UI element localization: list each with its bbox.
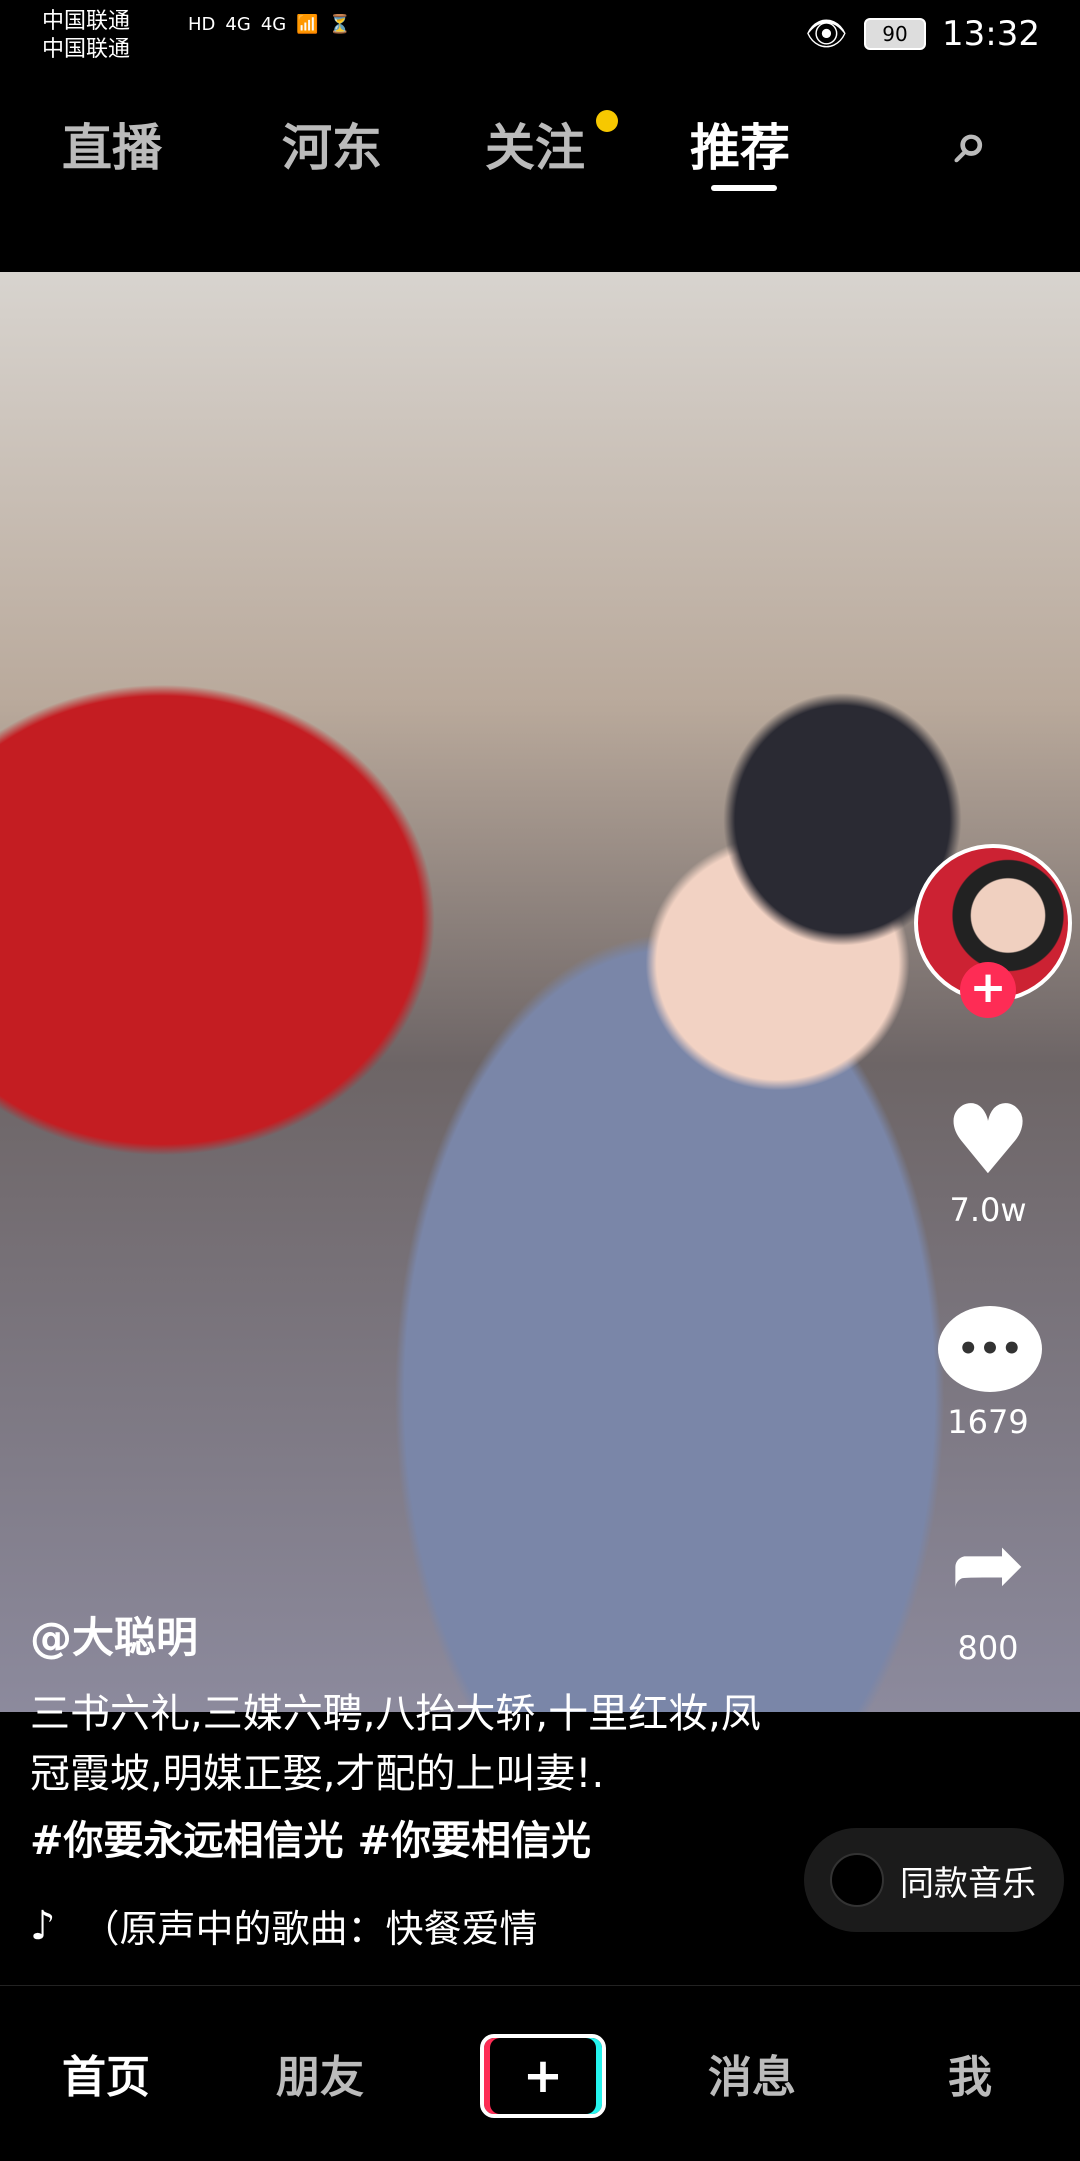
video-frame[interactable] (0, 272, 1080, 1712)
status-right: 👁 90 13:32 (805, 14, 1040, 54)
active-tab-indicator (711, 185, 777, 191)
like-action[interactable]: ♥ 7.0w (938, 1090, 1038, 1230)
like-count: 7.0w (949, 1191, 1027, 1229)
tab-following[interactable]: 关注 (485, 108, 585, 180)
comment-icon[interactable]: ••• (938, 1306, 1042, 1392)
carrier-1: 中国联通 (42, 9, 131, 34)
same-music-button[interactable]: 同款音乐 (804, 1828, 1064, 1932)
status-bar: 中国联通 中国联通 HD 4G 4G 📶 ⏳ 👁 90 13:32 (0, 0, 1080, 72)
signal-icons: HD 4G 4G 📶 ⏳ (188, 14, 351, 35)
follow-plus-button[interactable]: + (960, 962, 1016, 1018)
notification-dot (596, 110, 618, 132)
bottom-tab-bar: 首页 朋友 + 消息 我 (0, 1985, 1080, 2161)
eye-icon: 👁 (804, 14, 849, 54)
top-navigation: 直播 河东 关注 推荐 ⌕ (0, 90, 1080, 191)
comment-count: 1679 (947, 1403, 1029, 1441)
carrier-info: 中国联通 中国联通 (42, 8, 130, 64)
tab-recommended[interactable]: 推荐 (690, 108, 790, 180)
hourglass-icon: ⏳ (328, 14, 352, 35)
clock: 13:32 (942, 14, 1040, 54)
tab-messages[interactable]: 消息 (708, 2041, 796, 2105)
carrier-2: 中国联通 (42, 37, 131, 62)
same-music-label: 同款音乐 (900, 1863, 1036, 1904)
heart-icon[interactable]: ♥ (938, 1090, 1038, 1190)
share-icon[interactable]: ➦ (938, 1520, 1038, 1610)
signal-4g-icon: 4G (225, 14, 251, 35)
comment-action[interactable]: ••• 1679 (938, 1306, 1042, 1442)
author-name[interactable]: @大聪明 (30, 1604, 198, 1665)
share-action[interactable]: ➦ 800 (938, 1520, 1038, 1668)
tab-hedong[interactable]: 河东 (282, 108, 382, 180)
add-video-button[interactable]: + (480, 2034, 606, 2118)
signal-4g-icon: 4G (260, 14, 287, 35)
tab-friends[interactable]: 朋友 (276, 2041, 364, 2105)
live-button[interactable]: 直播 (62, 108, 162, 180)
music-disc-icon (830, 1853, 884, 1907)
share-count: 800 (957, 1629, 1019, 1667)
tab-me[interactable]: 我 (948, 2041, 992, 2105)
battery-icon: 90 (864, 18, 927, 50)
music-title: （原声中的歌曲：快餐爱情 (81, 1907, 538, 1951)
tiktok-note-icon: ♪ (30, 1902, 56, 1949)
video-caption: 三书六礼,三媒六聘,八抬大轿,十里红妆,凤冠霞坡,明媒正娶,才配的上叫妻!. (30, 1691, 761, 1797)
tab-home[interactable]: 首页 (62, 2041, 150, 2105)
search-icon[interactable]: ⌕ (955, 108, 987, 177)
video-hashtags[interactable]: #你要永远相信光 #你要相信光 (30, 1808, 591, 1866)
hd-icon: HD (188, 14, 216, 35)
music-info[interactable]: ♪ （原声中的歌曲：快餐爱情 (30, 1898, 538, 1953)
wifi-icon: 📶 (296, 14, 319, 35)
